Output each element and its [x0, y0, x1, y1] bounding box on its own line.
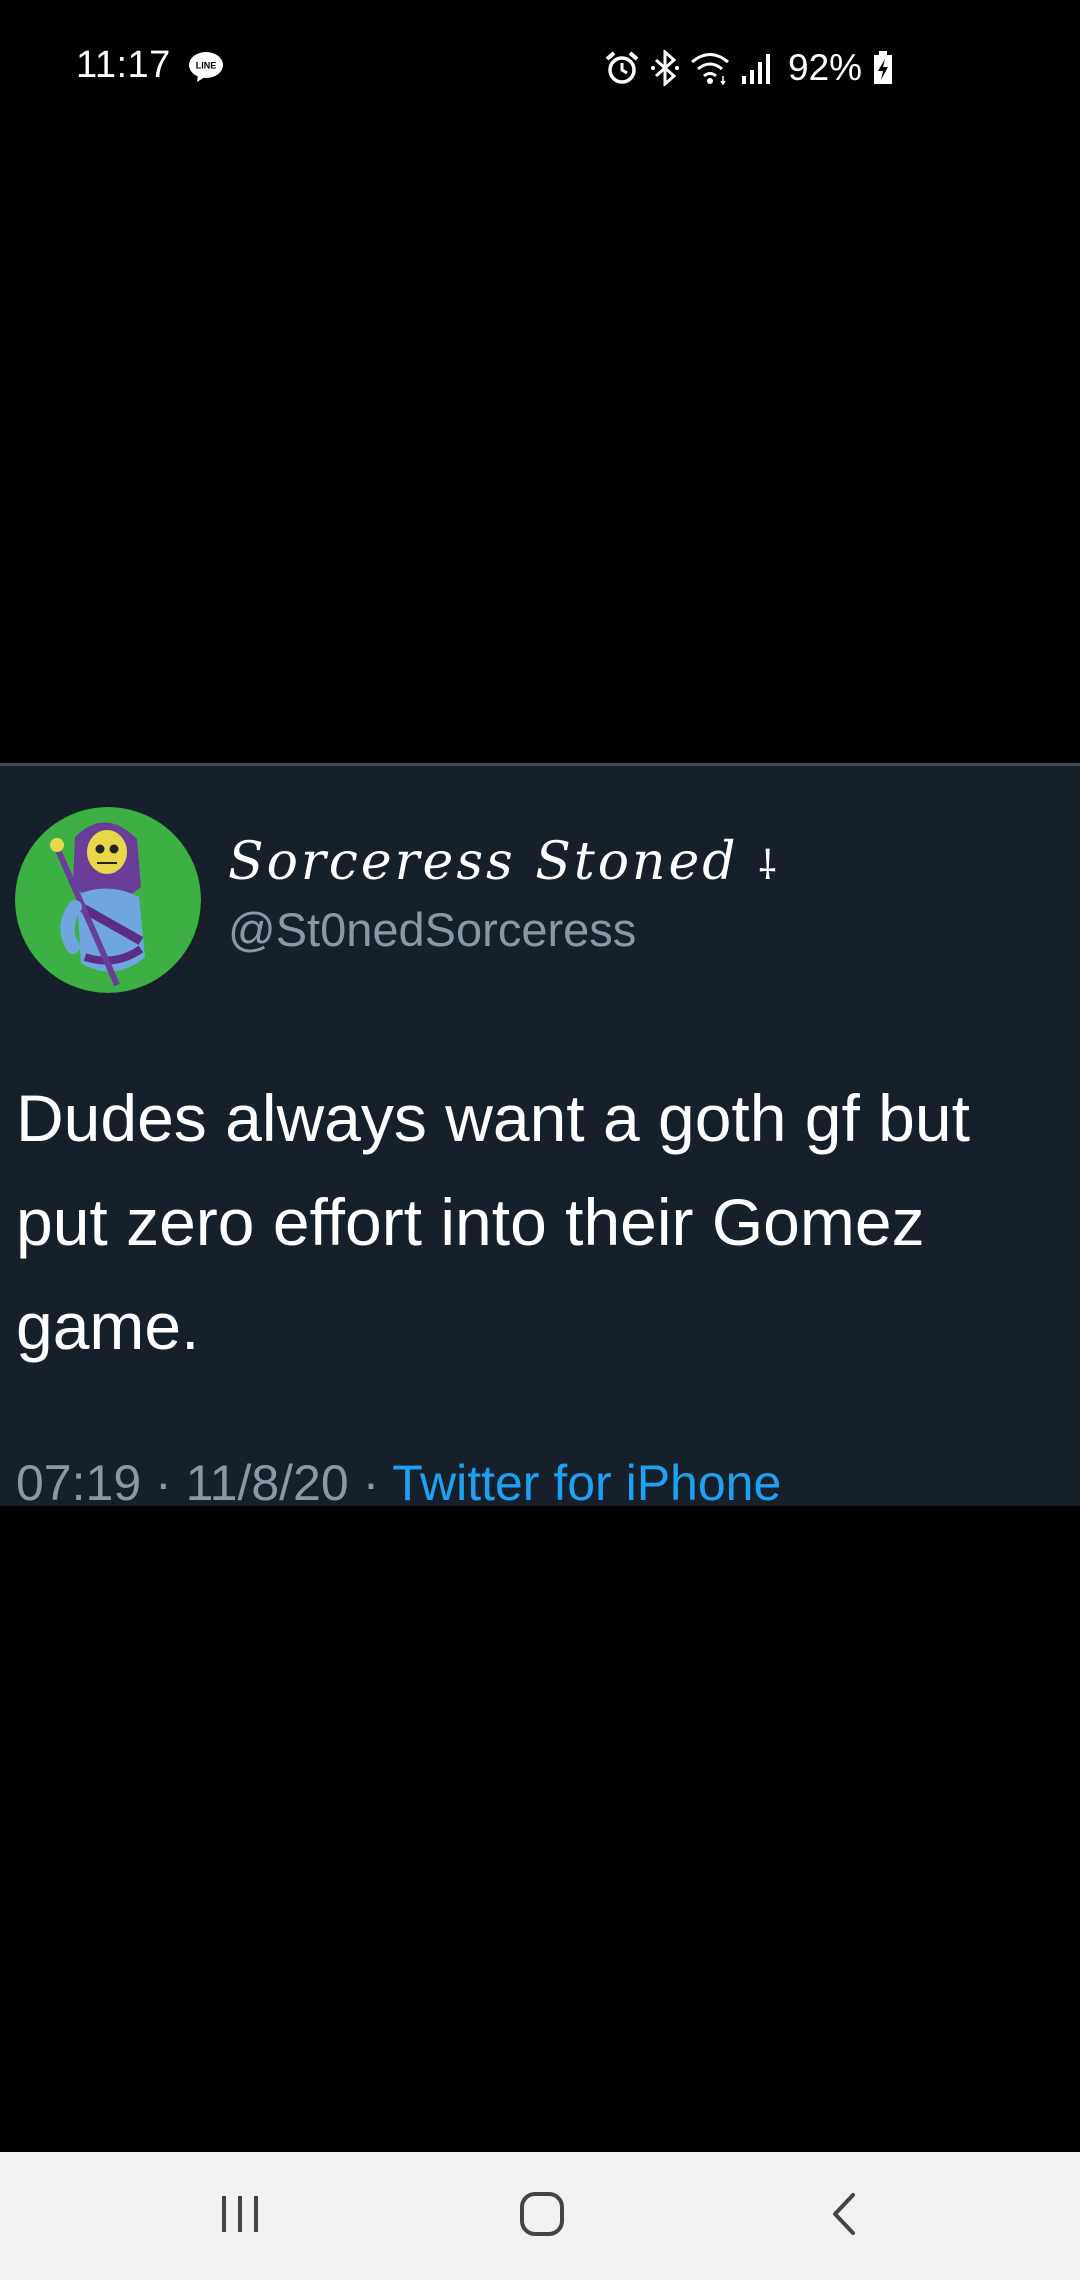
battery-percentage: 92%	[788, 47, 863, 88]
back-icon	[829, 2192, 859, 2241]
svg-text:LINE: LINE	[196, 61, 217, 71]
tweet-meta: 07:19 · 11/8/20 · Twitter for iPhone	[16, 1454, 781, 1506]
battery-charging-icon	[872, 50, 894, 86]
line-icon: LINE	[188, 51, 224, 82]
back-button[interactable]	[784, 2152, 904, 2280]
display-name: Sorceress Stoned ⸸	[228, 832, 780, 892]
display-name-text: Sorceress Stoned	[228, 832, 739, 892]
meta-separator: ·	[141, 1455, 186, 1506]
tweet-source-link[interactable]: Twitter for iPhone	[392, 1455, 781, 1506]
wifi-icon	[690, 50, 730, 86]
display-name-symbol: ⸸	[758, 843, 780, 889]
navigation-bar	[0, 2152, 1080, 2280]
tweet-card: Sorceress Stoned ⸸ @St0nedSorceress Dude…	[0, 763, 1080, 1506]
alarm-icon	[604, 50, 640, 86]
status-bar: 11:17 LINE 92%	[0, 0, 1080, 135]
status-icons: 92%	[604, 44, 894, 92]
status-time: 11:17	[76, 44, 171, 86]
tweet-date: 11/8/20	[185, 1455, 349, 1506]
bluetooth-icon	[650, 50, 680, 86]
home-icon	[519, 2191, 565, 2242]
recent-apps-icon	[218, 2194, 262, 2239]
recent-apps-button[interactable]	[180, 2152, 300, 2280]
user-handle[interactable]: @St0nedSorceress	[228, 902, 636, 957]
signal-icon	[740, 50, 774, 86]
meta-separator: ·	[348, 1455, 393, 1506]
home-button[interactable]	[482, 2152, 602, 2280]
avatar[interactable]	[15, 807, 201, 993]
tweet-time: 07:19	[16, 1455, 142, 1506]
tweet-text: Dudes always want a goth gf but put zero…	[16, 1081, 970, 1363]
screen: 11:17 LINE 92% Sorceress Stoned ⸸ @St0ne…	[0, 0, 1080, 2280]
